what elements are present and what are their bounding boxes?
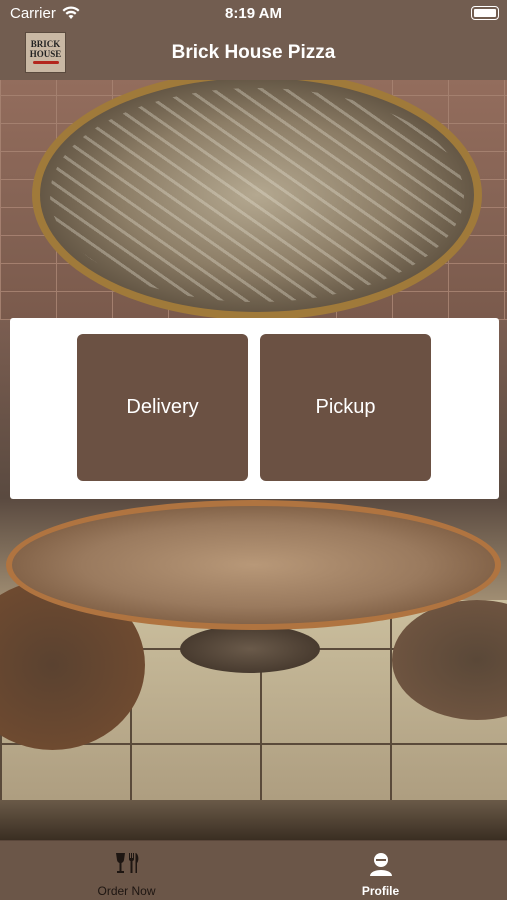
pickup-button[interactable]: Pickup [260,334,431,481]
navigation-bar: BRICK HOUSE Brick House Pizza [0,28,507,80]
clock-time: 8:19 AM [225,5,282,22]
tab-bar: Order Now Profile [0,840,507,900]
tab-order-now[interactable]: Order Now [0,841,253,900]
person-icon [254,851,507,877]
pizza-stand [180,625,320,673]
tab-profile-label: Profile [361,884,400,898]
tab-order-now-label: Order Now [97,884,156,898]
delivery-button[interactable]: Delivery [77,334,248,481]
floor-shadow [0,800,507,840]
utensils-icon [0,851,253,877]
pizza-center-image [6,500,501,630]
status-bar: Carrier 8:19 AM [0,0,507,28]
page-title: Brick House Pizza [171,42,336,63]
order-type-card: Delivery Pickup [10,318,499,499]
pizza-top-image [32,80,482,320]
tab-profile[interactable]: Profile [254,841,507,900]
battery-icon [471,6,499,20]
